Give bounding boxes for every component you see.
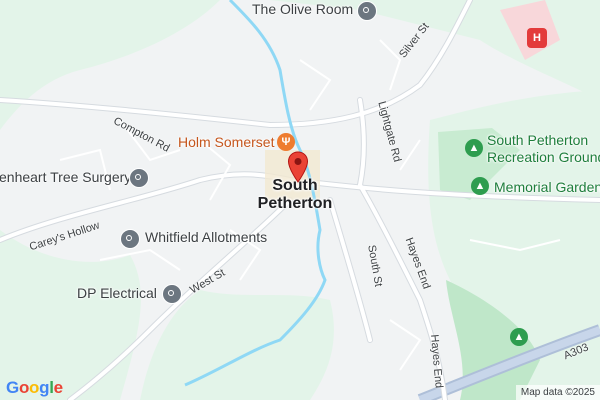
hospital-icon[interactable]: H	[527, 28, 547, 48]
poi-whitfield-allotments[interactable]: Whitfield Allotments	[145, 229, 267, 245]
place-icon[interactable]	[162, 284, 182, 304]
google-logo[interactable]: Google	[6, 378, 63, 398]
park-icon[interactable]: ▲	[471, 177, 489, 195]
poi-dp-electrical[interactable]: DP Electrical	[77, 285, 157, 301]
poi-memorial-garden[interactable]: Memorial Garden	[494, 179, 600, 196]
place-icon[interactable]	[129, 168, 149, 188]
poi-recreation-ground-line1: South Petherton	[487, 132, 589, 148]
poi-olive-room[interactable]: The Olive Room	[252, 1, 353, 17]
restaurant-icon[interactable]: Ψ	[277, 133, 295, 151]
poi-recreation-ground-line2: Recreation Ground	[487, 149, 600, 165]
poi-tree-surgery[interactable]: enheart Tree Surgery	[0, 169, 131, 185]
place-icon[interactable]	[120, 229, 140, 249]
poi-holm-somerset[interactable]: Holm Somerset	[178, 134, 274, 150]
poi-recreation-ground[interactable]: South Petherton Recreation Ground	[487, 132, 600, 166]
location-pin-icon[interactable]	[287, 151, 309, 183]
map-canvas[interactable]: The Olive Room H Ψ Holm Somerset enheart…	[0, 0, 600, 400]
park-icon[interactable]: ▲	[465, 139, 483, 157]
park-icon[interactable]: ▲	[510, 328, 528, 346]
town-label-line2: Petherton	[257, 195, 333, 212]
place-icon[interactable]	[357, 1, 377, 21]
map-attribution[interactable]: Map data ©2025	[515, 385, 600, 400]
